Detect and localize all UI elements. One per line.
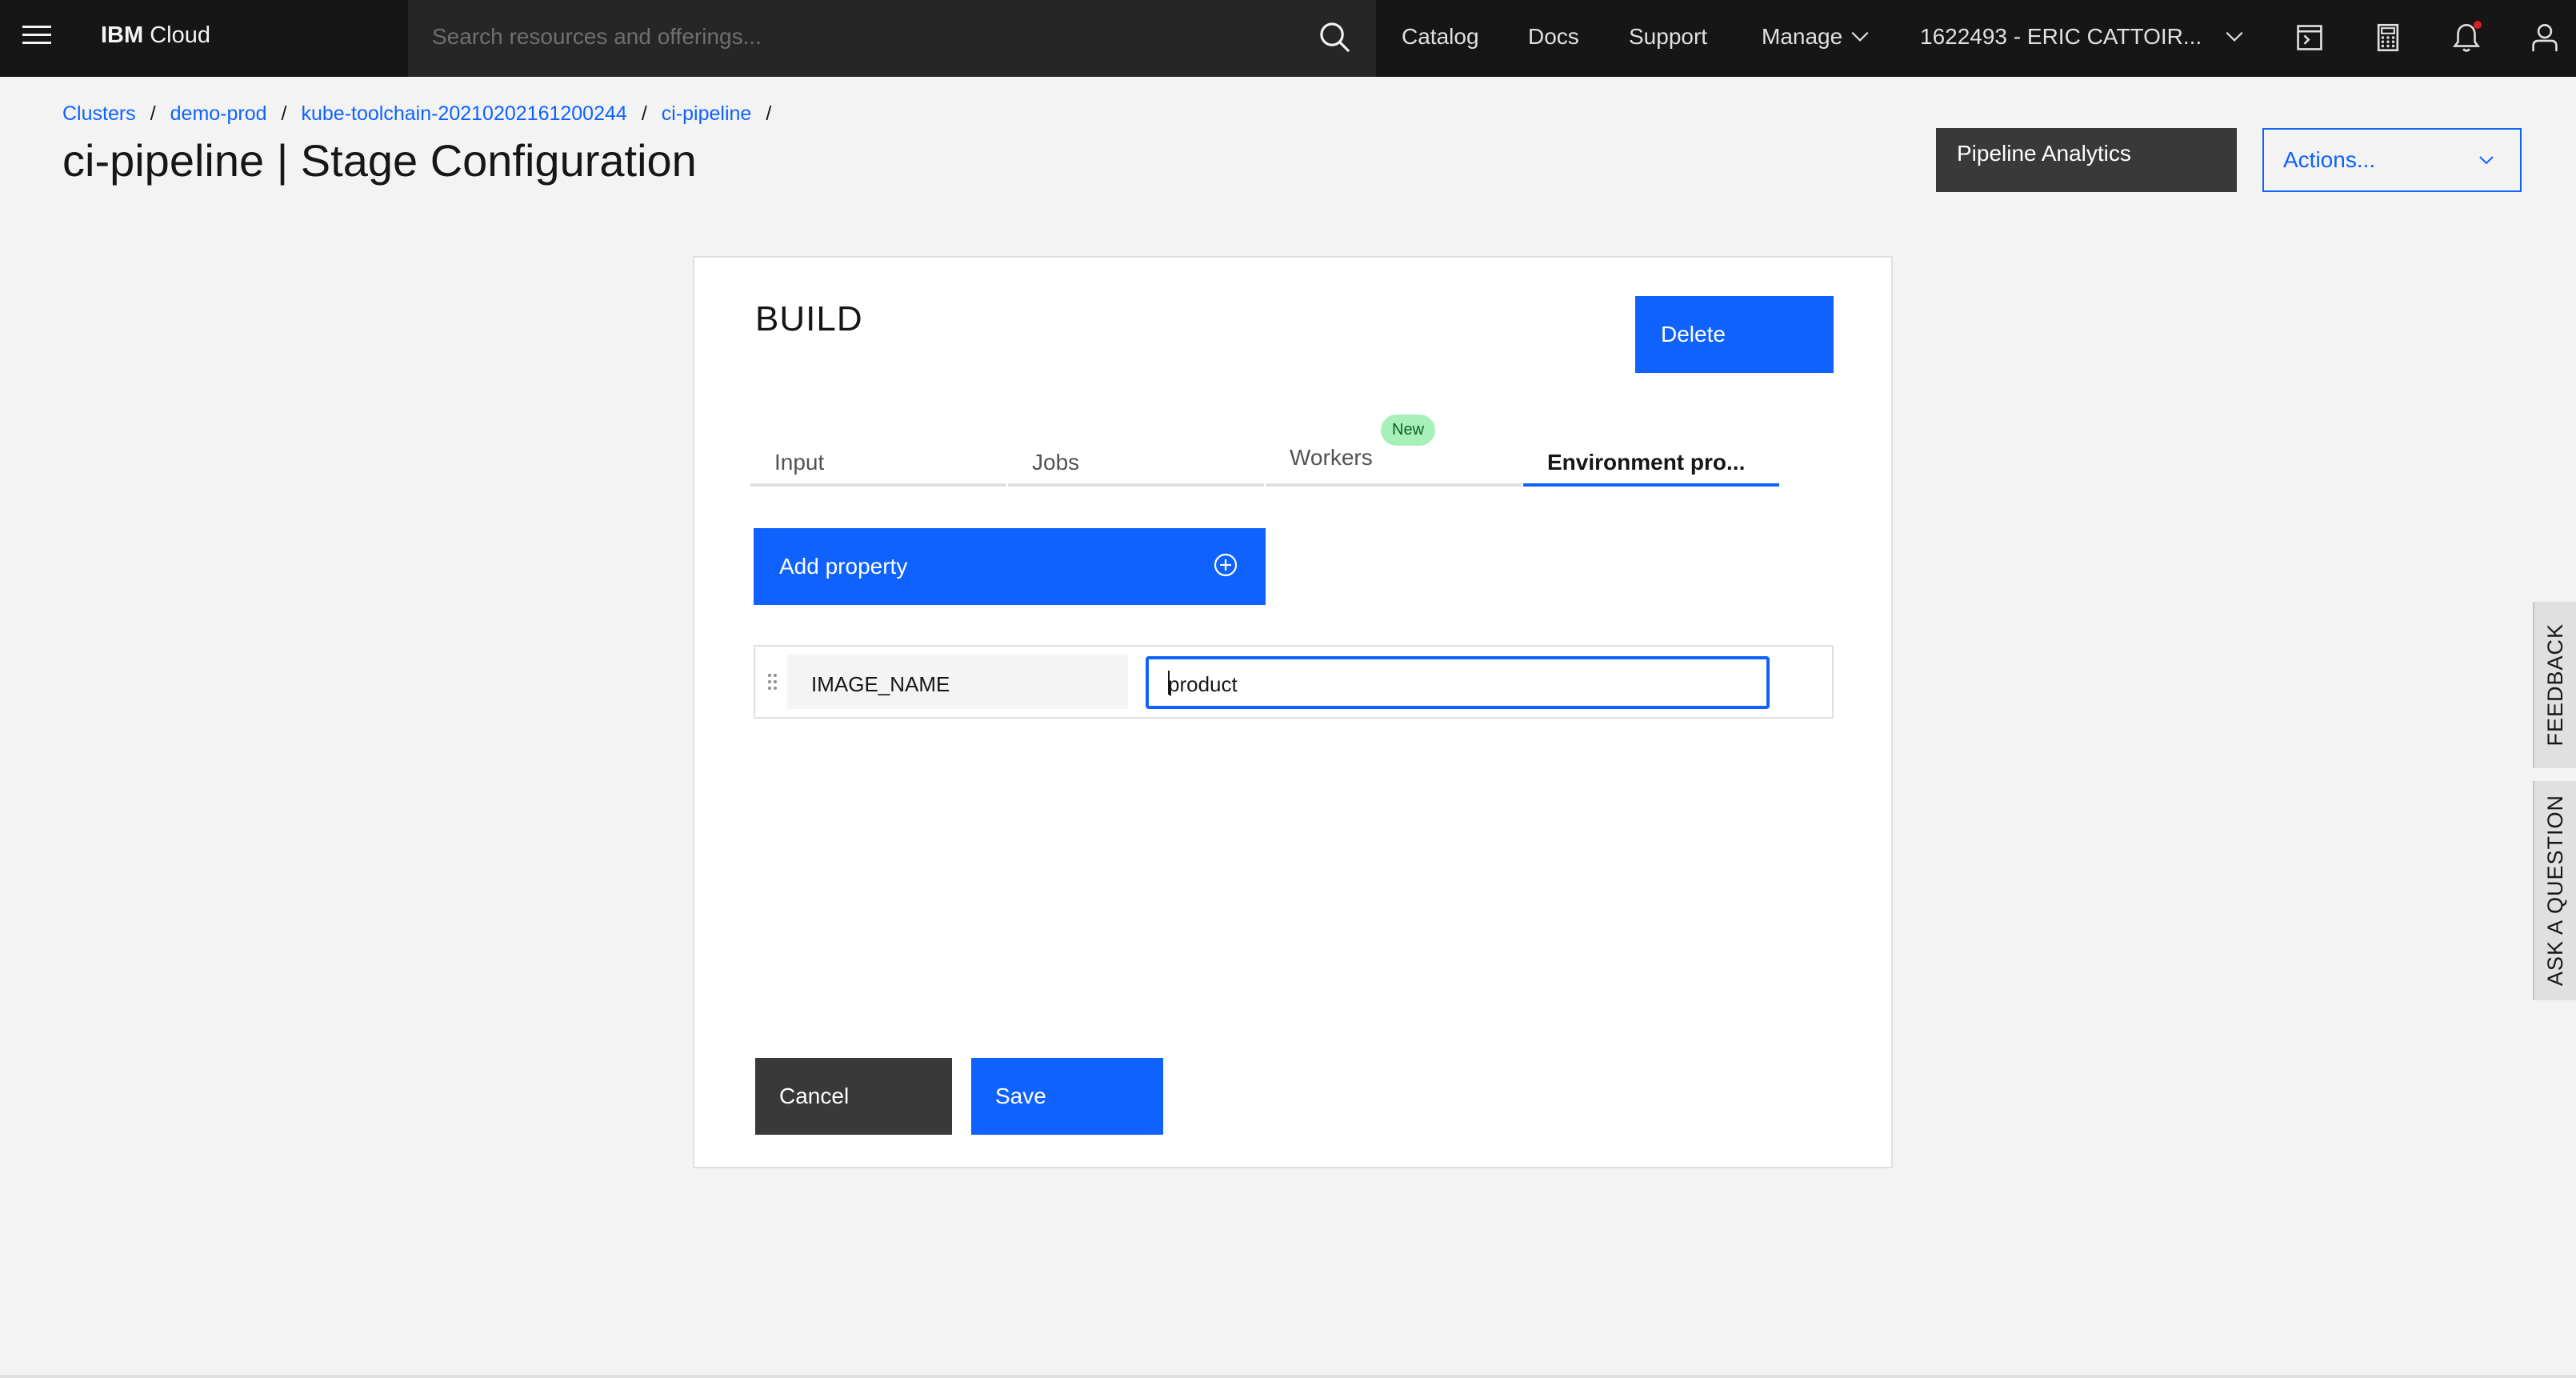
delete-button-label: Delete [1661, 322, 1726, 347]
chevron-down-icon [2479, 156, 2494, 165]
tab-environment-properties[interactable]: Environment pro... [1523, 399, 1779, 487]
actions-dropdown-label: Actions... [2283, 147, 2376, 172]
property-value-text: product [1168, 672, 1238, 696]
page-divider [0, 1375, 2576, 1378]
stage-config-card: BUILD Delete Input Jobs Workers New Envi… [693, 256, 1893, 1168]
add-circle-icon [1214, 553, 1238, 577]
feedback-tab[interactable]: FEEDBACK [2533, 602, 2576, 768]
user-profile-icon[interactable] [2528, 21, 2562, 54]
pipeline-analytics-button[interactable]: Pipeline Analytics [1936, 128, 2237, 192]
chevron-down-icon[interactable] [1850, 26, 1870, 46]
breadcrumb-demo-prod[interactable]: demo-prod [170, 102, 267, 126]
brand-name-rest: Cloud [150, 22, 211, 48]
breadcrumb-separator: / [766, 102, 772, 125]
tab-environment-label: Environment pro... [1547, 450, 1746, 475]
notification-badge [2474, 21, 2482, 29]
delete-button[interactable]: Delete [1635, 296, 1834, 373]
top-navigation-bar: IBM Cloud Search resources and offerings… [0, 0, 2576, 77]
add-property-button[interactable]: Add property [754, 528, 1266, 605]
pipeline-analytics-label: Pipeline Analytics [1957, 141, 2131, 166]
add-property-label: Add property [779, 554, 908, 579]
ask-question-tab[interactable]: ASK A QUESTION [2533, 781, 2576, 1000]
cancel-button[interactable]: Cancel [755, 1058, 952, 1135]
search-bar[interactable]: Search resources and offerings... [408, 0, 1376, 77]
new-badge: New [1381, 415, 1436, 446]
nav-catalog[interactable]: Catalog [1402, 24, 1479, 50]
tab-jobs[interactable]: Jobs [1008, 399, 1264, 487]
breadcrumb-pipeline[interactable]: ci-pipeline [662, 102, 752, 126]
search-icon[interactable] [1318, 21, 1352, 54]
nav-docs[interactable]: Docs [1528, 24, 1579, 50]
tab-workers[interactable]: Workers New [1266, 399, 1522, 487]
property-value-input[interactable]: product [1146, 656, 1770, 709]
tab-workers-label: Workers [1290, 445, 1373, 470]
nav-support[interactable]: Support [1629, 24, 1707, 50]
breadcrumb-clusters[interactable]: Clusters [62, 102, 136, 126]
property-name-field[interactable]: IMAGE_NAME [787, 655, 1128, 709]
feedback-tab-label: FEEDBACK [2542, 623, 2567, 747]
brand-logo[interactable]: IBM Cloud [101, 22, 210, 49]
account-switcher[interactable]: 1622493 - ERIC CATTOIR... [1920, 24, 2202, 50]
stage-title: BUILD [755, 299, 863, 338]
cancel-button-label: Cancel [779, 1084, 850, 1108]
breadcrumb-toolchain[interactable]: kube-toolchain-20210202161200244 [302, 102, 627, 126]
terminal-icon[interactable] [2293, 21, 2326, 54]
drag-handle-icon[interactable] [766, 671, 779, 693]
page-title: ci-pipeline | Stage Configuration [62, 135, 697, 186]
breadcrumb-separator: / [641, 102, 647, 125]
notification-bell[interactable] [2450, 21, 2483, 54]
menu-icon[interactable] [22, 26, 51, 50]
brand-name-bold: IBM [101, 22, 144, 48]
search-input[interactable]: Search resources and offerings... [432, 24, 762, 50]
tab-input[interactable]: Input [750, 399, 1006, 487]
breadcrumb-separator: / [281, 102, 287, 125]
breadcrumb: Clusters / demo-prod / kube-toolchain-20… [62, 102, 786, 126]
stage-tabs: Input Jobs Workers New Environment pro..… [750, 399, 1835, 487]
text-cursor [1168, 671, 1170, 695]
property-row: IMAGE_NAME product [754, 645, 1834, 719]
actions-dropdown[interactable]: Actions... [2262, 128, 2522, 192]
property-name-value: IMAGE_NAME [811, 672, 950, 696]
breadcrumb-separator: / [150, 102, 156, 125]
nav-manage[interactable]: Manage [1762, 24, 1842, 50]
calculator-icon[interactable] [2371, 21, 2405, 54]
save-button-label: Save [995, 1084, 1046, 1108]
tab-input-label: Input [774, 450, 825, 475]
tab-jobs-label: Jobs [1032, 450, 1080, 475]
ask-question-tab-label: ASK A QUESTION [2542, 795, 2567, 987]
chevron-down-icon[interactable] [2224, 26, 2245, 46]
save-button[interactable]: Save [971, 1058, 1163, 1135]
